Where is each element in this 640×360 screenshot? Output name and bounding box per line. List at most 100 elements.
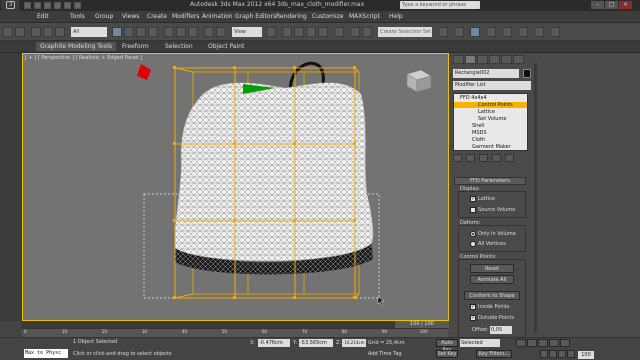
curve-editor-icon[interactable] [470,27,480,37]
time-slider-thumb[interactable]: 100 / 100 [395,321,449,328]
minimize-button[interactable]: – [591,1,604,9]
rectangle-selection-icon[interactable] [136,27,146,37]
open-file-icon[interactable] [34,2,41,9]
menu-tools[interactable]: Tools [70,13,85,20]
offset-spinner[interactable]: 0,05 [490,326,512,334]
orbit-icon[interactable] [558,350,566,358]
tab-graphite-modeling-tools[interactable]: Graphite Modeling Tools [36,42,117,51]
tab-object-paint[interactable]: Object Paint [208,43,244,50]
move-icon[interactable] [164,27,174,37]
mirror-icon[interactable] [350,27,360,37]
selection-filter-dropdown[interactable]: All [71,27,107,37]
perspective-viewport[interactable]: [ + ] [ Perspective ] [ Realistic + Edge… [22,53,449,321]
window-crossing-icon[interactable] [148,27,158,37]
snap-toggle-icon[interactable] [282,27,292,37]
angle-snap-icon[interactable] [294,27,304,37]
lattice-checkbox[interactable]: ✓ [470,196,476,202]
ffd-parameters-rollout[interactable]: FFD Parameters [454,177,526,185]
rotate-icon[interactable] [176,27,186,37]
percent-snap-icon[interactable] [306,27,316,37]
select-object-icon[interactable] [112,27,122,37]
graphite-toggle-icon[interactable] [454,27,464,37]
animate-all-button[interactable]: Animate All [470,275,514,284]
pin-stack-icon[interactable] [453,154,462,162]
key-mode-dropdown[interactable]: Selected [460,339,500,347]
conform-to-shape-button[interactable]: Conform to Shape [464,291,520,300]
menu-create[interactable]: Create [147,13,167,20]
keyboard-shortcut-icon[interactable] [216,27,226,37]
viewcube[interactable] [406,69,432,93]
undo-icon[interactable] [3,27,13,37]
stack-item-shell[interactable]: Shell [454,123,527,129]
material-editor-icon[interactable] [502,27,512,37]
menu-animation[interactable]: Animation [202,13,233,20]
show-end-result-icon[interactable] [466,154,475,162]
stack-item-msds[interactable]: MSDS [454,130,527,136]
time-slider[interactable]: 100 / 100 [22,321,449,328]
select-by-name-icon[interactable] [124,27,134,37]
menu-group[interactable]: Group [95,13,113,20]
pan-icon[interactable] [567,350,575,358]
named-selection-sets-dropdown[interactable]: Create Selection Set [378,27,432,37]
set-key-button[interactable]: Set Key [436,350,458,358]
go-to-end-icon[interactable] [560,339,570,347]
hierarchy-tab-icon[interactable] [477,55,488,64]
render-setup-icon[interactable] [518,27,528,37]
motion-tab-icon[interactable] [489,55,500,64]
track-bar[interactable]: 0 10 20 30 40 50 60 70 80 90 100 [22,328,449,337]
application-button[interactable]: 3 [1,0,21,11]
tab-freeform[interactable]: Freeform [122,43,149,50]
utilities-tab-icon[interactable] [513,55,524,64]
unlink-icon[interactable] [43,27,53,37]
menu-help[interactable]: Help [389,13,403,20]
configure-modifier-sets-icon[interactable] [505,154,514,162]
pivot-center-icon[interactable] [266,27,276,37]
link-icon[interactable] [31,27,41,37]
panel-scrollbar[interactable] [534,63,537,333]
gizmo-x-axis[interactable] [137,64,151,80]
edit-named-selection-icon[interactable] [334,27,344,37]
menu-rendering[interactable]: Rendering [276,13,307,20]
spinner-snap-icon[interactable] [318,27,328,37]
close-button[interactable]: × [619,1,632,9]
auto-key-button[interactable]: Auto Key [436,339,458,353]
menu-maxscript[interactable]: MAXScript [349,13,380,20]
scale-icon[interactable] [188,27,198,37]
inside-points-checkbox[interactable]: ✓ [470,304,476,310]
bind-space-warp-icon[interactable] [55,27,65,37]
maximize-button[interactable]: □ [605,1,618,9]
project-folder-icon[interactable] [74,2,81,9]
undo-icon[interactable] [54,2,61,9]
previous-frame-icon[interactable] [527,339,537,347]
object-name-field[interactable]: Rectangle002 [453,69,519,78]
select-and-manipulate-icon[interactable] [204,27,214,37]
maxscript-listener-field[interactable]: Max to Physc [24,349,68,358]
reference-coordinate-dropdown[interactable]: View [232,27,262,37]
x-coord-field[interactable]: -0,476cm [258,339,290,347]
outside-points-checkbox[interactable]: ✓ [470,315,476,321]
stack-item-lattice[interactable]: Lattice [454,109,527,115]
key-filters-button[interactable]: Key Filters... [476,350,512,358]
menu-graph-editors[interactable]: Graph Editors [235,13,276,20]
y-coord-field[interactable]: -53,565cm [299,339,333,347]
menu-edit[interactable]: Edit [37,13,49,20]
save-icon[interactable] [44,2,51,9]
object-color-swatch[interactable] [523,69,531,78]
align-icon[interactable] [362,27,372,37]
z-coord-field[interactable]: -16,214cm [342,339,366,347]
stack-item-control-points[interactable]: Control Points [454,102,527,108]
menu-customize[interactable]: Customize [312,13,344,20]
menu-views[interactable]: Views [122,13,139,20]
schematic-view-icon[interactable] [486,27,496,37]
make-unique-icon[interactable] [479,154,488,162]
modifier-list-dropdown[interactable]: Modifier List [453,81,531,90]
rendered-frame-window-icon[interactable] [534,27,544,37]
menu-modifiers[interactable]: Modifiers [172,13,199,20]
add-time-tag[interactable]: Add Time Tag [368,351,402,357]
stack-item-cloth[interactable]: Cloth [454,137,527,143]
zoom-all-icon[interactable] [549,350,557,358]
render-production-icon[interactable] [550,27,560,37]
redo-icon[interactable] [15,27,25,37]
remove-modifier-icon[interactable] [492,154,501,162]
layer-manager-icon[interactable] [438,27,448,37]
